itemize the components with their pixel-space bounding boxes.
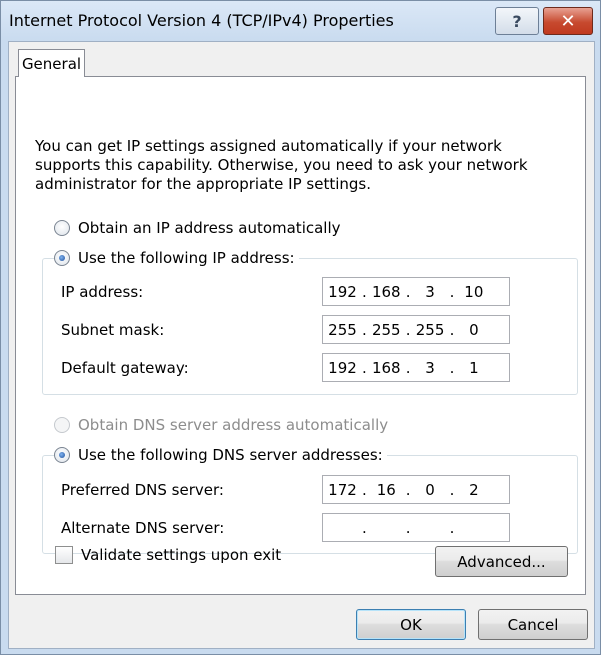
alternate-dns-input[interactable]: . . . xyxy=(322,513,510,542)
validate-label: Validate settings upon exit xyxy=(81,546,282,564)
close-icon: ✕ xyxy=(560,10,576,32)
ip-auto-option[interactable]: Obtain an IP address automatically xyxy=(54,217,345,239)
octet: 172 xyxy=(328,480,357,499)
validate-checkbox[interactable] xyxy=(55,546,73,564)
octet-dot: . xyxy=(362,518,367,537)
octet: 192 xyxy=(328,358,357,377)
octet: 192 xyxy=(328,282,357,301)
tab-general[interactable]: General xyxy=(18,49,85,77)
ip-auto-radio[interactable] xyxy=(54,220,70,236)
octet: 168 xyxy=(371,282,401,301)
subnet-mask-input[interactable]: 255. 255. 255. 0 xyxy=(322,315,510,344)
dialog-window: Internet Protocol Version 4 (TCP/IPv4) P… xyxy=(0,0,601,655)
preferred-dns-input[interactable]: 172. 16. 0. 2 xyxy=(322,475,510,504)
ip-manual-option[interactable]: Use the following IP address: xyxy=(54,247,299,269)
octet: 2 xyxy=(469,480,479,499)
ip-address-input[interactable]: 192. 168. 3. 10 xyxy=(322,277,510,306)
octet: 10 xyxy=(464,282,484,301)
octet: 255 xyxy=(328,320,357,339)
octet-dot: . xyxy=(449,518,455,537)
window-title: Internet Protocol Version 4 (TCP/IPv4) P… xyxy=(9,11,394,30)
preferred-dns-label: Preferred DNS server: xyxy=(61,481,224,499)
octet: 3 xyxy=(425,282,435,301)
octet: 255 xyxy=(415,320,445,339)
description-text: You can get IP settings assigned automat… xyxy=(35,137,528,193)
default-gateway-label: Default gateway: xyxy=(61,359,189,377)
ip-manual-radio[interactable] xyxy=(54,250,70,266)
subnet-mask-label: Subnet mask: xyxy=(61,321,165,339)
dns-manual-option[interactable]: Use the following DNS server addresses: xyxy=(54,444,387,466)
ip-address-label: IP address: xyxy=(61,283,144,301)
octet: 0 xyxy=(469,320,479,339)
octet: 16 xyxy=(376,480,396,499)
ip-auto-label: Obtain an IP address automatically xyxy=(78,219,341,237)
dns-auto-radio[interactable] xyxy=(54,417,70,433)
general-panel: You can get IP settings assigned automat… xyxy=(15,76,586,595)
dns-auto-option[interactable]: Obtain DNS server address automatically xyxy=(54,414,393,436)
advanced-button[interactable]: Advanced... xyxy=(435,546,568,577)
octet: 168 xyxy=(371,358,401,377)
dns-auto-label: Obtain DNS server address automatically xyxy=(78,416,389,434)
help-icon: ? xyxy=(512,11,522,31)
dns-manual-label: Use the following DNS server addresses: xyxy=(78,446,383,464)
octet: 0 xyxy=(425,480,435,499)
ok-button[interactable]: OK xyxy=(356,609,466,640)
octet: 3 xyxy=(425,358,435,377)
octet: 255 xyxy=(371,320,401,339)
help-button[interactable]: ? xyxy=(495,7,539,35)
dialog-client: General You can get IP settings assigned… xyxy=(8,41,595,649)
octet-dot: . xyxy=(405,518,411,537)
cancel-button[interactable]: Cancel xyxy=(478,609,588,640)
alternate-dns-label: Alternate DNS server: xyxy=(61,519,225,537)
validate-option[interactable]: Validate settings upon exit xyxy=(55,546,281,564)
octet: 1 xyxy=(469,358,479,377)
ip-manual-label: Use the following IP address: xyxy=(78,249,295,267)
default-gateway-input[interactable]: 192. 168. 3. 1 xyxy=(322,353,510,382)
close-button[interactable]: ✕ xyxy=(543,7,593,35)
dns-manual-radio[interactable] xyxy=(54,447,70,463)
